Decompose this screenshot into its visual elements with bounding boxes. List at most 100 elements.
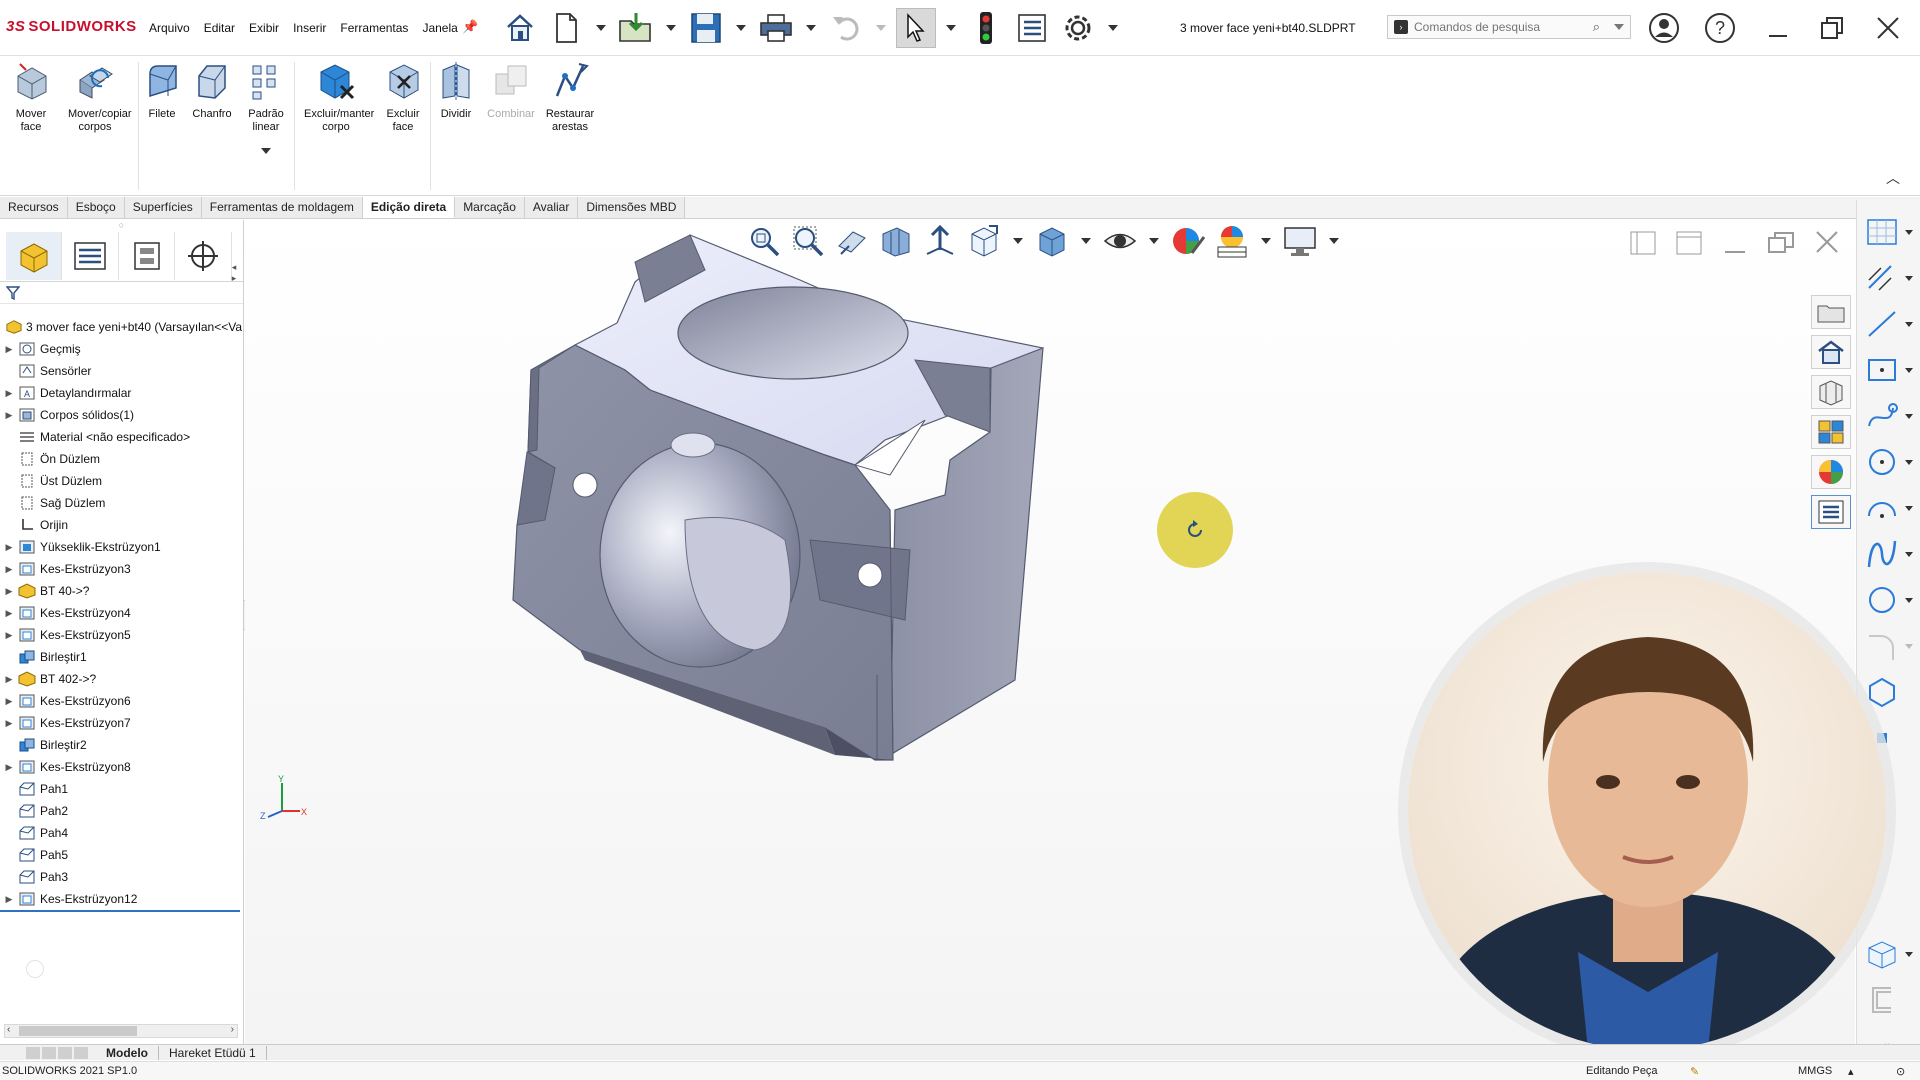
collapse-ribbon-icon[interactable]: ︿	[1886, 168, 1900, 188]
rectangle-dropdown-icon[interactable]	[1905, 367, 1913, 373]
ellipse-dropdown-icon[interactable]	[1905, 597, 1913, 603]
scroll-right-icon[interactable]: ›	[231, 1024, 234, 1035]
tab-prev-icon[interactable]	[42, 1046, 56, 1059]
tab-first-icon[interactable]	[26, 1046, 40, 1059]
appearances-scenes-icon[interactable]	[1811, 455, 1851, 489]
spline-curve-button[interactable]	[1865, 534, 1915, 574]
tree-item[interactable]: Pah3	[0, 866, 242, 888]
ellipse-tool-button[interactable]	[1865, 580, 1915, 620]
restore-window-icon[interactable]	[1814, 10, 1850, 46]
expand-arrow-icon[interactable]: ▶	[0, 696, 18, 707]
tree-item[interactable]: ▶ Kes-Ekstrüzyon12	[0, 888, 242, 910]
dimension-dropdown-icon[interactable]	[1905, 275, 1913, 281]
expand-arrow-icon[interactable]: ▶	[0, 762, 18, 773]
file-explorer-icon[interactable]	[1811, 375, 1851, 409]
solidworks-resources-icon[interactable]	[1811, 295, 1851, 329]
tree-item[interactable]: ▶ Geçmiş	[0, 338, 242, 360]
menu-ferramentas[interactable]: Ferramentas	[333, 21, 415, 35]
expand-arrow-icon[interactable]: ▶	[0, 564, 18, 575]
tree-item[interactable]: Pah2	[0, 800, 242, 822]
search-dropdown-icon[interactable]	[1614, 24, 1624, 30]
fillet-sketch-button[interactable]	[1865, 626, 1915, 666]
tree-item[interactable]: ▶ BT 40->?	[0, 580, 242, 602]
tree-item[interactable]: Sensörler	[0, 360, 242, 382]
tree-item[interactable]: Pah4	[0, 822, 242, 844]
linear-pattern-dropdown-icon[interactable]	[261, 148, 271, 154]
spline-tool-button[interactable]	[1865, 396, 1915, 436]
tab-avaliar[interactable]: Avaliar	[524, 197, 579, 218]
tree-item[interactable]: ▶ Kes-Ekstrüzyon7	[0, 712, 242, 734]
circle-dropdown-icon[interactable]	[1905, 459, 1913, 465]
tab-dimensoes-mbd[interactable]: Dimensões MBD	[578, 197, 686, 218]
panel-splitter-handle[interactable]: ○	[0, 220, 243, 232]
search-input[interactable]	[1414, 20, 1593, 34]
circle-tool-button[interactable]	[1865, 442, 1915, 482]
expand-arrow-icon[interactable]: ▶	[0, 630, 18, 641]
tree-item[interactable]: Sağ Düzlem	[0, 492, 242, 514]
new-document-icon[interactable]	[546, 8, 586, 48]
spline-dropdown-icon[interactable]	[1905, 413, 1913, 419]
tab-esboco[interactable]: Esboço	[67, 197, 125, 218]
expand-arrow-icon[interactable]: ▶	[0, 586, 18, 597]
combine-button[interactable]: Combinar	[482, 62, 540, 121]
delete-face-button[interactable]: Excluir face	[382, 62, 424, 134]
menu-exibir[interactable]: Exibir	[242, 21, 286, 35]
line-dropdown-icon[interactable]	[1905, 321, 1913, 327]
menu-editar[interactable]: Editar	[197, 21, 242, 35]
menu-janela[interactable]: Janela	[415, 21, 464, 35]
solidworks-logo[interactable]: 3S SOLIDWORKS	[6, 18, 137, 35]
help-icon[interactable]: ?	[1702, 10, 1738, 46]
tree-item[interactable]: ▶ Corpos sólidos(1)	[0, 404, 242, 426]
tree-root-part[interactable]: 3 mover face yeni+bt40 (Varsayılan<<Va	[0, 316, 242, 338]
rollback-bar[interactable]	[0, 910, 240, 912]
options-dropdown-icon[interactable]	[1108, 25, 1118, 31]
status-units-dropdown-icon[interactable]: ▴	[1848, 1065, 1854, 1078]
linear-pattern-button[interactable]: Padrão linear	[246, 62, 286, 154]
fillet-sketch-dropdown-icon[interactable]	[1905, 643, 1913, 649]
arc-dropdown-icon[interactable]	[1905, 505, 1913, 511]
tree-item[interactable]: Ön Düzlem	[0, 448, 242, 470]
tree-item[interactable]: Üst Düzlem	[0, 470, 242, 492]
expand-arrow-icon[interactable]: ▶	[0, 608, 18, 619]
status-units[interactable]: MMGS	[1798, 1065, 1832, 1077]
expand-arrow-icon[interactable]: ▶	[0, 410, 18, 421]
tree-item[interactable]: Material <não especificado>	[0, 426, 242, 448]
polygon-tool-button[interactable]	[1865, 672, 1915, 712]
close-window-icon[interactable]	[1870, 10, 1906, 46]
expand-arrow-icon[interactable]: ▶	[0, 388, 18, 399]
expand-arrow-icon[interactable]: ▶	[0, 894, 18, 905]
account-icon[interactable]	[1646, 10, 1682, 46]
menu-inserir[interactable]: Inserir	[286, 21, 333, 35]
expand-arrow-icon[interactable]: ▶	[0, 344, 18, 355]
tab-marcacao[interactable]: Marcação	[455, 197, 525, 218]
tab-superficies[interactable]: Superfícies	[124, 197, 202, 218]
tab-modelo[interactable]: Modelo	[96, 1045, 159, 1060]
feature-manager-tab-icon[interactable]	[6, 232, 63, 280]
move-face-button[interactable]: Mover face	[8, 62, 54, 134]
tree-item[interactable]: Birleştir1	[0, 646, 242, 668]
tab-ferramentas-de-moldagem[interactable]: Ferramentas de moldagem	[201, 197, 363, 218]
expand-arrow-icon[interactable]: ▶	[0, 542, 18, 553]
select-dropdown-icon[interactable]	[946, 25, 956, 31]
arc-tool-button[interactable]	[1865, 488, 1915, 528]
new-dropdown-icon[interactable]	[596, 25, 606, 31]
delete-keep-body-button[interactable]: Excluir/manter corpo	[298, 62, 374, 134]
restore-edges-button[interactable]: Restaurar arestas	[542, 62, 598, 134]
offset-entities-button[interactable]	[1865, 980, 1915, 1020]
tree-item[interactable]: ▶ Kes-Ekstrüzyon6	[0, 690, 242, 712]
home-icon[interactable]	[500, 8, 540, 48]
tab-last-icon[interactable]	[74, 1046, 88, 1059]
tree-filter[interactable]	[0, 282, 243, 304]
tree-item[interactable]: ▶ Yükseklik-Ekstrüzyon1	[0, 536, 242, 558]
grid-tool-button[interactable]	[1865, 212, 1915, 252]
split-button[interactable]: Dividir	[436, 62, 476, 121]
command-search[interactable]: › ⌕	[1387, 15, 1631, 39]
print-dropdown-icon[interactable]	[806, 25, 816, 31]
tab-recursos[interactable]: Recursos	[0, 197, 68, 218]
search-icon[interactable]: ⌕	[1593, 19, 1600, 35]
tree-item[interactable]: Orijin	[0, 514, 242, 536]
3d-view-cube-button[interactable]	[1865, 934, 1915, 974]
property-manager-tab-icon[interactable]	[62, 232, 119, 280]
minimize-window-icon[interactable]	[1760, 10, 1796, 46]
select-pointer-icon[interactable]	[896, 8, 936, 48]
